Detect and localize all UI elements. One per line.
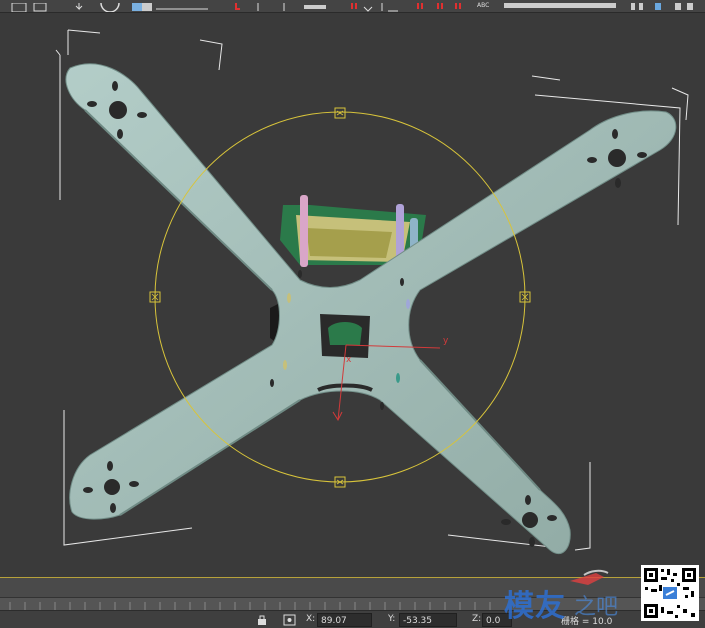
standoff-front-left	[300, 195, 308, 267]
watermark-logo: 模友 之吧	[500, 567, 645, 624]
absolute-mode-icon[interactable]	[283, 614, 297, 628]
scene-canvas[interactable]: y x	[0, 13, 705, 577]
y-label: Y:	[388, 614, 396, 624]
x-coordinate-field[interactable]: 89.07	[317, 613, 372, 627]
quad-frame[interactable]	[65, 63, 677, 555]
qr-code	[641, 565, 699, 621]
axis-y-label: y	[443, 336, 449, 346]
move-tool-icon[interactable]	[70, 0, 90, 12]
main-toolbar: ABC	[0, 0, 705, 13]
x-label: X:	[306, 614, 316, 624]
named-selection-field[interactable]	[504, 0, 618, 12]
snap-toggle-icon[interactable]	[228, 0, 268, 12]
viewport-perspective[interactable]: y x	[0, 13, 705, 577]
lock-selection-icon[interactable]	[256, 614, 268, 628]
z-label: Z:	[472, 614, 482, 624]
watermark-text: 模友	[504, 589, 566, 624]
render-tools-icon[interactable]	[625, 0, 700, 12]
abc-label: ABC	[477, 2, 490, 9]
scale-tool-icon[interactable]	[130, 0, 210, 12]
rotate-tool-icon[interactable]	[98, 0, 122, 12]
y-coordinate-field[interactable]: -53.35	[399, 613, 457, 627]
select-tool-icon[interactable]	[8, 0, 48, 12]
mirror-tool-icon[interactable]	[278, 0, 338, 12]
layer-tool-icon[interactable]	[412, 0, 470, 12]
align-tool-icon[interactable]	[346, 0, 404, 12]
text-tool-button[interactable]: ABC	[475, 0, 499, 12]
axis-x-label: x	[346, 355, 352, 365]
watermark-subtext: 之吧	[574, 595, 619, 620]
